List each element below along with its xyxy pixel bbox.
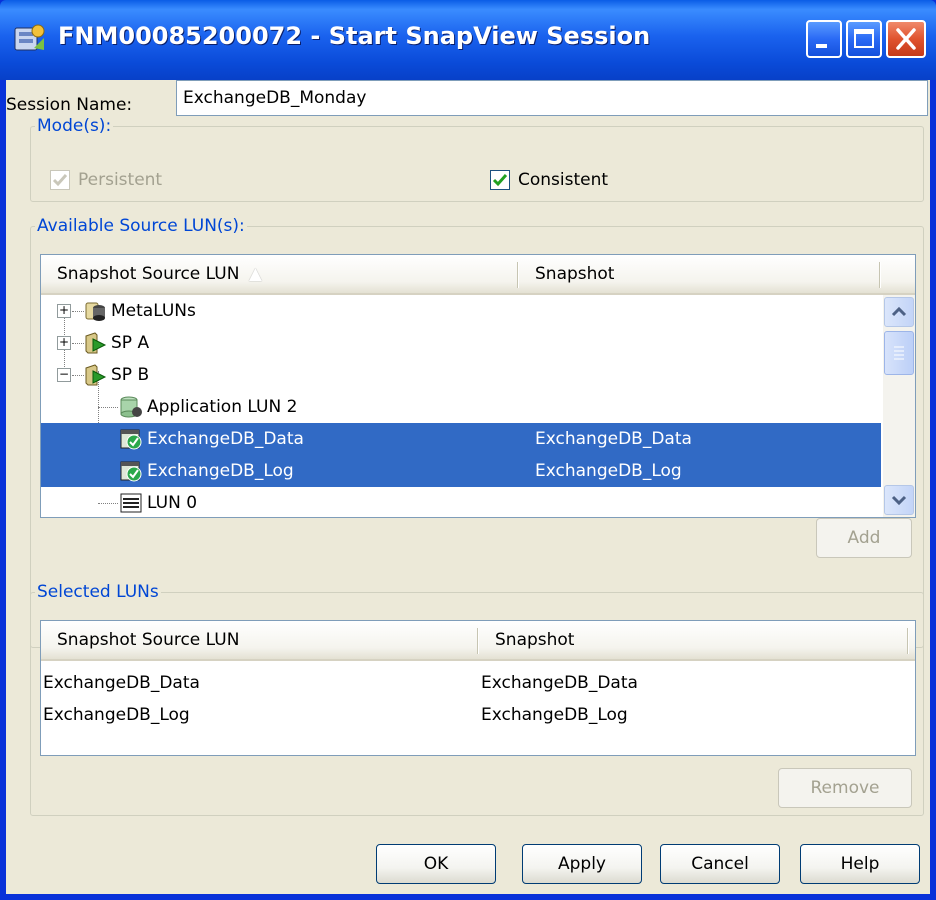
add-button[interactable]: Add xyxy=(816,518,912,558)
snapview-app-icon xyxy=(14,24,45,51)
tree-node-label: ExchangeDB_Log xyxy=(147,461,294,481)
minimize-icon xyxy=(816,44,827,48)
tree-node-lun-0[interactable]: LUN 0 xyxy=(41,487,881,517)
cell-source: ExchangeDB_Data xyxy=(43,673,200,693)
scroll-thumb[interactable] xyxy=(884,331,914,375)
column-header-source[interactable]: Snapshot Source LUN xyxy=(41,621,477,659)
checkmark-icon xyxy=(492,174,508,187)
table-row[interactable]: ExchangeDB_Log ExchangeDB_Log xyxy=(41,699,915,731)
tree-node-label: SP B xyxy=(111,365,150,385)
lun-icon xyxy=(120,396,142,418)
collapse-icon[interactable]: − xyxy=(57,368,71,382)
scroll-down-button[interactable] xyxy=(884,485,914,515)
scroll-up-button[interactable] xyxy=(884,297,914,327)
tree-header: Snapshot Source LUN ▲ Snapshot xyxy=(41,255,915,295)
title-bar[interactable]: FNM00085200072 - Start SnapView Session xyxy=(0,0,936,80)
lun-check-icon xyxy=(120,429,142,450)
tree-node-metaluns[interactable]: + MetaLUNs xyxy=(41,295,881,327)
selected-luns-list[interactable]: Snapshot Source LUN Snapshot ExchangeDB_… xyxy=(40,620,916,756)
cell-snapshot: ExchangeDB_Log xyxy=(481,705,628,725)
modes-legend: Mode(s): xyxy=(37,116,112,136)
close-icon xyxy=(896,28,916,50)
dialog-window: FNM00085200072 - Start SnapView Session … xyxy=(0,0,936,900)
modes-group: Mode(s): xyxy=(30,116,924,202)
window-title: FNM00085200072 - Start SnapView Session xyxy=(58,22,651,50)
column-header-snapshot[interactable]: Snapshot xyxy=(519,255,881,293)
tree-node-label: LUN 0 xyxy=(147,493,198,513)
consistent-checkbox[interactable] xyxy=(490,170,510,190)
persistent-checkbox[interactable] xyxy=(50,170,70,190)
maximize-icon xyxy=(854,29,874,48)
tree-node-application-lun-2[interactable]: Application LUN 2 xyxy=(41,391,881,423)
storage-processor-icon xyxy=(85,332,107,354)
cell-source: ExchangeDB_Log xyxy=(43,705,190,725)
remove-button[interactable]: Remove xyxy=(778,768,912,808)
column-divider[interactable] xyxy=(879,262,881,288)
tree-node-snapshot: ExchangeDB_Data xyxy=(535,429,692,449)
tree-node-sp-b[interactable]: − SP B xyxy=(41,359,881,391)
available-luns-tree[interactable]: Snapshot Source LUN ▲ Snapshot + MetaLUN… xyxy=(40,254,916,518)
ok-button[interactable]: OK xyxy=(376,844,496,884)
column-label-source: Snapshot Source LUN xyxy=(57,264,240,284)
tree-node-exchangedb-log[interactable]: ExchangeDB_Log ExchangeDB_Log xyxy=(41,455,881,487)
available-luns-legend: Available Source LUN(s): xyxy=(37,216,245,236)
checkmark-icon xyxy=(52,174,68,187)
close-button[interactable] xyxy=(886,20,926,58)
expand-icon[interactable]: + xyxy=(57,336,71,350)
tree-node-sp-a[interactable]: + SP A xyxy=(41,327,881,359)
storage-processor-icon xyxy=(85,364,107,386)
maximize-button[interactable] xyxy=(846,20,882,58)
session-name-input[interactable]: ExchangeDB_Monday xyxy=(176,80,928,116)
tree-node-label: ExchangeDB_Data xyxy=(147,429,304,449)
tree-node-label: Application LUN 2 xyxy=(147,397,298,417)
selected-luns-legend: Selected LUNs xyxy=(37,582,159,602)
chevron-up-icon xyxy=(891,306,907,317)
column-divider[interactable] xyxy=(907,628,909,654)
column-header-source[interactable]: Snapshot Source LUN ▲ xyxy=(41,255,519,293)
chevron-down-icon xyxy=(891,495,907,506)
help-button[interactable]: Help xyxy=(800,844,920,884)
apply-button[interactable]: Apply xyxy=(522,844,642,884)
tree-node-label: MetaLUNs xyxy=(111,301,196,321)
lun-check-icon xyxy=(120,461,142,482)
column-header-snapshot[interactable]: Snapshot xyxy=(479,621,909,659)
vertical-scrollbar[interactable] xyxy=(883,295,915,517)
cell-snapshot: ExchangeDB_Data xyxy=(481,673,638,693)
list-header: Snapshot Source LUN Snapshot xyxy=(41,621,915,661)
table-row[interactable]: ExchangeDB_Data ExchangeDB_Data xyxy=(41,667,915,699)
tree-node-snapshot: ExchangeDB_Log xyxy=(535,461,682,481)
persistent-label: Persistent xyxy=(78,170,163,190)
minimize-button[interactable] xyxy=(806,20,842,58)
cancel-button[interactable]: Cancel xyxy=(660,844,780,884)
dialog-body: Session Name: ExchangeDB_Monday Mode(s):… xyxy=(6,80,930,894)
grip-icon xyxy=(894,346,904,360)
sort-ascending-icon: ▲ xyxy=(248,264,262,284)
metalun-icon xyxy=(85,302,105,321)
tree-node-exchangedb-data[interactable]: ExchangeDB_Data ExchangeDB_Data xyxy=(41,423,881,455)
lun-icon xyxy=(120,493,142,513)
consistent-label: Consistent xyxy=(518,170,609,190)
tree-node-label: SP A xyxy=(111,333,150,353)
expand-icon[interactable]: + xyxy=(57,304,71,318)
